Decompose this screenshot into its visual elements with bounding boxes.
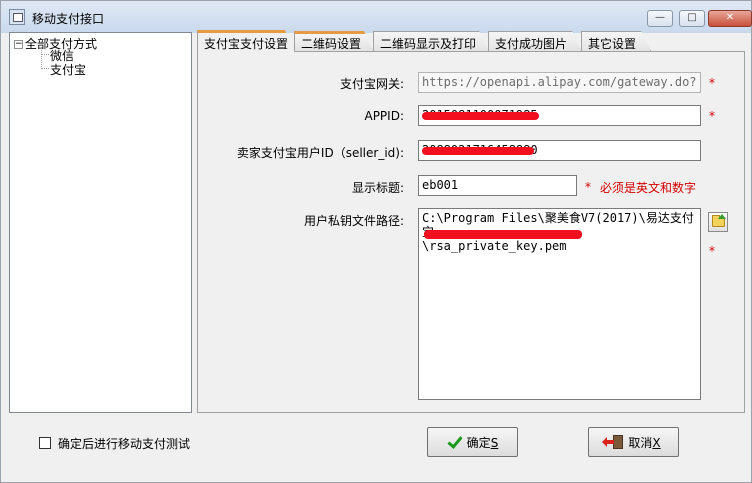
seller-id-label: 卖家支付宝用户ID（seller_id): <box>236 146 404 160</box>
gateway-field[interactable]: https://openapi.alipay.com/gateway.do? <box>418 72 701 93</box>
window-title: 移动支付接口 <box>32 12 105 26</box>
tab-payment-success-image[interactable]: 支付成功图片 <box>488 31 582 51</box>
tree-connector <box>41 47 42 69</box>
tab-alipay-settings[interactable]: 支付宝支付设置 <box>197 30 295 52</box>
private-key-path-label: 用户私钥文件路径: <box>303 214 404 228</box>
title-format-note: 必须是英文和数字 <box>600 181 697 195</box>
maximize-button[interactable]: □ <box>679 10 705 27</box>
cancel-button[interactable]: 取消X <box>588 427 679 457</box>
display-title-field[interactable]: eb001 <box>418 175 577 196</box>
title-bar: 移动支付接口 — □ ✕ <box>1 1 752 33</box>
payment-test-checkbox[interactable] <box>39 437 51 449</box>
ok-button-label: 确定S <box>466 435 499 450</box>
close-button[interactable]: ✕ <box>708 10 752 27</box>
open-folder-icon <box>712 215 725 227</box>
browse-file-button[interactable] <box>708 212 728 232</box>
required-mark: * <box>585 180 591 194</box>
tree-connector <box>41 54 49 55</box>
redaction-mark <box>422 147 534 155</box>
ok-button[interactable]: 确定S <box>427 427 518 457</box>
required-mark: * <box>709 109 715 123</box>
payment-test-label[interactable]: 确定后进行移动支付测试 <box>58 435 190 452</box>
cancel-button-label: 取消X <box>628 435 661 450</box>
required-mark: * <box>709 76 715 90</box>
tab-qrcode-settings[interactable]: 二维码设置 <box>294 31 374 51</box>
payment-method-tree[interactable]: − 全部支付方式 微信 支付宝 <box>9 32 192 413</box>
app-window-icon <box>9 9 25 25</box>
payment-interface-window: 移动支付接口 — □ ✕ − 全部支付方式 微信 支付宝 支付宝支付设置 二维码设… <box>0 0 752 483</box>
tab-qrcode-display-print[interactable]: 二维码显示及打印 <box>373 31 489 51</box>
appid-label: APPID: <box>364 109 404 123</box>
tab-other-settings[interactable]: 其它设置 <box>581 31 651 51</box>
collapse-icon[interactable]: − <box>14 40 23 49</box>
minimize-button[interactable]: — <box>647 10 673 27</box>
alipay-settings-panel: 支付宝网关: https://openapi.alipay.com/gatewa… <box>197 51 745 413</box>
tree-connector <box>41 68 49 69</box>
open-folder-icon <box>718 214 726 219</box>
gateway-label: 支付宝网关: <box>339 77 404 91</box>
tree-item-alipay[interactable]: 支付宝 <box>50 61 86 78</box>
exit-icon <box>602 434 624 450</box>
required-mark: * <box>709 244 715 258</box>
checkmark-icon <box>447 434 463 450</box>
display-title-label: 显示标题: <box>351 181 404 195</box>
redaction-mark <box>424 230 582 239</box>
redaction-mark <box>422 112 539 120</box>
